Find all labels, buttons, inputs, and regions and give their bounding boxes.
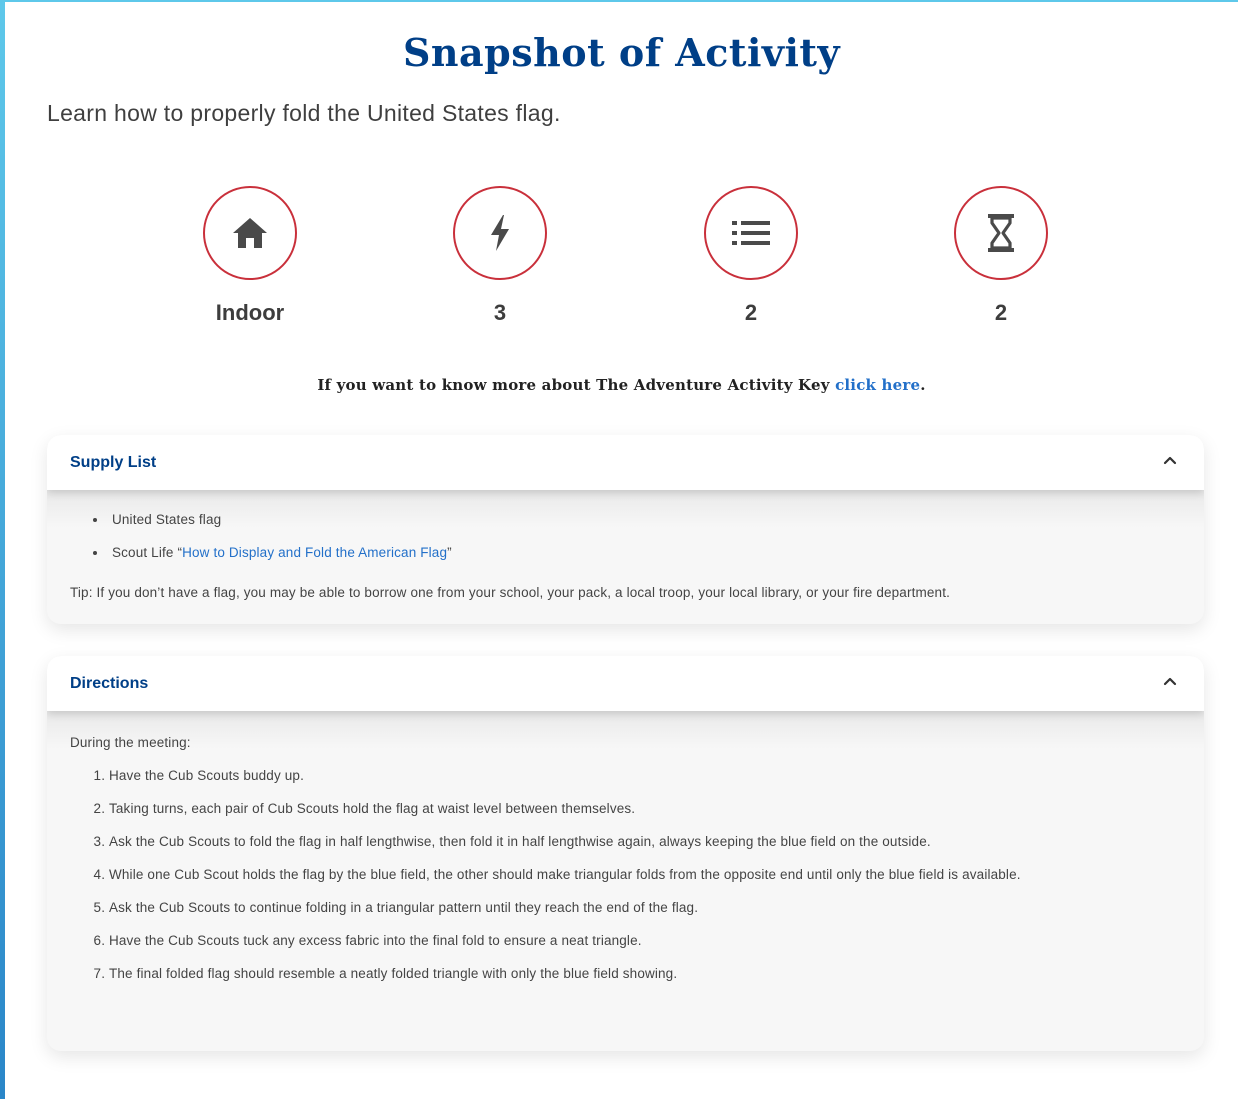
- directions-accordion: Directions During the meeting: Have the …: [47, 656, 1204, 1051]
- supply-list-title: Supply List: [70, 453, 157, 471]
- direction-step: While one Cub Scout holds the flag by th…: [109, 867, 1181, 882]
- page-subtitle: Learn how to properly fold the United St…: [47, 100, 561, 126]
- direction-step: The final folded flag should resemble a …: [109, 966, 1181, 981]
- direction-step: Have the Cub Scouts tuck any excess fabr…: [109, 933, 1181, 948]
- supply-item-text: United States flag: [112, 512, 222, 527]
- activity-key-location: Indoor: [180, 186, 320, 326]
- location-value: Indoor: [215, 300, 285, 325]
- activity-key-energy: 3: [430, 186, 570, 326]
- activity-key-prep-time: 2: [931, 186, 1071, 326]
- home-icon: [233, 218, 267, 248]
- supply-tip: Tip: If you don’t have a flag, you may b…: [70, 585, 951, 600]
- supply-item: Scout Life “How to Display and Fold the …: [108, 545, 1181, 560]
- direction-step: Have the Cub Scouts buddy up.: [109, 768, 1181, 783]
- direction-step: Ask the Cub Scouts to continue folding i…: [109, 900, 1181, 915]
- directions-steps: Have the Cub Scouts buddy up. Taking tur…: [70, 750, 1181, 981]
- activity-key-supplies: 2: [681, 186, 821, 326]
- hourglass-icon: [988, 214, 1014, 252]
- prep-time-circle: [954, 186, 1048, 280]
- directions-intro: During the meeting:: [70, 735, 191, 750]
- directions-header[interactable]: Directions: [47, 656, 1204, 711]
- supply-list-body: United States flag Scout Life “How to Di…: [47, 490, 1204, 624]
- supply-item-suffix: ”: [447, 545, 452, 560]
- scout-life-flag-link[interactable]: How to Display and Fold the American Fla…: [182, 545, 447, 560]
- activity-key-link[interactable]: click here: [835, 376, 920, 394]
- chevron-up-icon[interactable]: [1163, 676, 1177, 686]
- prep-time-value: 2: [994, 300, 1008, 325]
- energy-value: 3: [493, 300, 507, 325]
- location-circle: [203, 186, 297, 280]
- supply-items: United States flag Scout Life “How to Di…: [70, 490, 1181, 560]
- list-icon: [732, 221, 770, 245]
- direction-step: Ask the Cub Scouts to fold the flag in h…: [109, 834, 1181, 849]
- activity-key-info-text: If you want to know more about The Adven…: [317, 376, 830, 394]
- lightning-bolt-icon: [491, 215, 509, 251]
- page-content: Snapshot of Activity Learn how to proper…: [5, 2, 1238, 1099]
- page-title: Snapshot of Activity: [402, 30, 841, 75]
- activity-key-info: If you want to know more about The Adven…: [5, 376, 1238, 394]
- direction-step: Taking turns, each pair of Cub Scouts ho…: [109, 801, 1181, 816]
- supply-item-prefix: Scout Life “: [112, 545, 183, 560]
- directions-body: During the meeting: Have the Cub Scouts …: [47, 711, 1204, 1051]
- energy-circle: [453, 186, 547, 280]
- activity-key-info-suffix: .: [920, 376, 926, 394]
- supplies-value: 2: [744, 300, 758, 325]
- chevron-up-icon[interactable]: [1163, 455, 1177, 465]
- supply-list-header[interactable]: Supply List: [47, 435, 1204, 490]
- supplies-circle: [704, 186, 798, 280]
- supply-list-accordion: Supply List United States flag Scout Lif…: [47, 435, 1204, 624]
- supply-item: United States flag: [108, 512, 1181, 527]
- directions-title: Directions: [70, 674, 149, 692]
